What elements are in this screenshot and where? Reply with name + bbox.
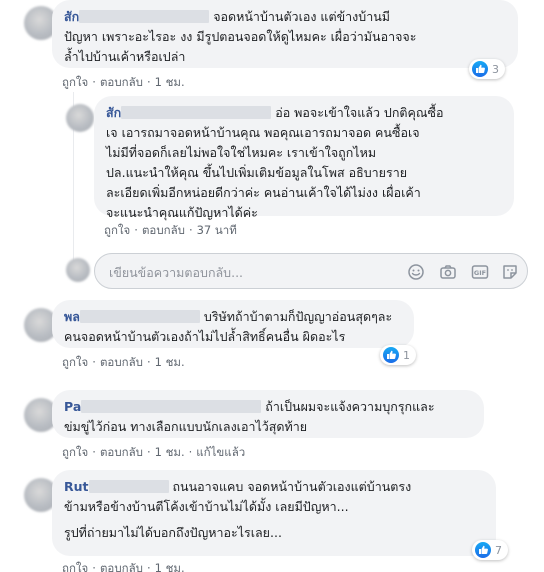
comment-text: บริษัทถ้าบ้าตามก็ปัญญาอ่อนสุดๆละ	[203, 309, 393, 324]
edited-label[interactable]: แก้ไขแล้ว	[196, 444, 245, 462]
timestamp[interactable]: 1 ชม.	[155, 560, 185, 572]
reply-link[interactable]: ตอบกลับ	[100, 354, 143, 372]
commenter-name[interactable]: Rut	[64, 479, 89, 494]
reaction-number: 7	[495, 543, 502, 557]
comment-actions: ถูกใจ · ตอบกลับ · 37 นาที	[104, 222, 237, 240]
comment-text-line: เจ เอารถมาจอดหน้าบ้านคุณ พอคุณเอารถมาจอด…	[106, 125, 420, 140]
comment-text: ถนนอาจแคบ จอดหน้าบ้านตัวเองแต่บ้านตรง	[172, 479, 412, 494]
comment-text: อ่อ พอจะเข้าใจแล้ว ปกติคุณซื้อ	[275, 105, 444, 120]
comment-bubble: พล บริษัทถ้าบ้าตามก็ปัญญาอ่อนสุดๆละ คนจอ…	[52, 300, 414, 348]
reaction-number: 1	[403, 348, 410, 362]
comment-text: จอดหน้าบ้านตัวเอง แต่ข้างบ้านมี	[213, 9, 391, 24]
comment-text-line: ปล.แนะนำให้คุณ ขึ้นไปเพิ่มเติมข้อมูลในโพ…	[106, 165, 408, 180]
comment-actions: ถูกใจ · ตอบกลับ · 1 ชม.	[62, 354, 185, 372]
commenter-name[interactable]: Pa	[64, 399, 81, 414]
like-link[interactable]: ถูกใจ	[62, 560, 88, 572]
commenter-name[interactable]: สัก	[106, 105, 121, 120]
commenter-name[interactable]: พล	[64, 309, 80, 324]
redacted-name	[79, 310, 200, 323]
comment-text-line: ล้ำไปบ้านเค้าหรือเปล่า	[64, 49, 186, 64]
comment-text-line: ละเอียดเพิ่มอีกหน่อยดีกว่าค่ะ คนอ่านเค้า…	[106, 185, 421, 200]
comment-text-line: รูปที่ถ่ายมาไม่ได้บอกถึงปัญหาอะไรเลย...	[64, 525, 282, 540]
thumbs-up-icon	[472, 61, 488, 77]
redacted-name	[81, 400, 262, 413]
timestamp[interactable]: 1 ชม.	[155, 354, 185, 372]
like-link[interactable]: ถูกใจ	[104, 222, 130, 240]
reply-input[interactable]	[109, 262, 389, 282]
reaction-count[interactable]: 3	[469, 59, 505, 79]
comment-bubble: Rut ถนนอาจแคบ จอดหน้าบ้านตัวเองแต่บ้านตร…	[52, 470, 496, 556]
comment-text-line: ข้ามหรือข้างบ้านตีโค้งเข้าบ้านไม่ได้มั้ง…	[64, 499, 349, 514]
timestamp[interactable]: 1 ชม.	[155, 74, 185, 92]
comment-actions: ถูกใจ · ตอบกลับ · 1 ชม. · แก้ไขแล้ว	[62, 444, 245, 462]
comment-bubble: สัก จอดหน้าบ้านตัวเอง แต่ข้างบ้านมี ปัญห…	[52, 0, 518, 68]
timestamp[interactable]: 1 ชม.	[155, 444, 185, 462]
comment-text-line: จะแนะนำคุณแก้ปัญหาได้ค่ะ	[106, 205, 258, 220]
camera-icon[interactable]	[439, 263, 457, 281]
like-link[interactable]: ถูกใจ	[62, 74, 88, 92]
comment-text: ถ้าเป็นผมจะแจ้งความบุกรุกและ	[265, 399, 435, 414]
redacted-name	[88, 480, 169, 493]
redacted-name	[121, 106, 272, 119]
redacted-name	[79, 10, 210, 23]
sticker-icon[interactable]	[501, 263, 519, 281]
reaction-count[interactable]: 1	[380, 345, 416, 365]
comment-actions: ถูกใจ · ตอบกลับ · 1 ชม.	[62, 560, 185, 572]
smiley-icon[interactable]	[407, 263, 425, 281]
timestamp[interactable]: 37 นาที	[197, 222, 237, 240]
comment-bubble: Pa ถ้าเป็นผมจะแจ้งความบุกรุกและ ข่มขู่ไว…	[52, 390, 484, 438]
reply-link[interactable]: ตอบกลับ	[142, 222, 185, 240]
thumbs-up-icon	[383, 347, 399, 363]
gif-icon[interactable]: GIF	[471, 263, 489, 281]
current-user-avatar	[66, 258, 90, 282]
reply-composer[interactable]: GIF	[94, 253, 528, 289]
reaction-number: 3	[492, 62, 499, 76]
comment-actions: ถูกใจ · ตอบกลับ · 1 ชม.	[62, 74, 185, 92]
svg-text:GIF: GIF	[474, 269, 486, 277]
commenter-name[interactable]: สัก	[64, 9, 79, 24]
reply-bubble: สัก อ่อ พอจะเข้าใจแล้ว ปกติคุณซื้อ เจ เอ…	[94, 96, 514, 220]
like-link[interactable]: ถูกใจ	[62, 354, 88, 372]
comment-text-line: ไม่มีที่จอดก็เลยไม่พอใจใช่ไหมคะ เราเข้าใ…	[106, 145, 377, 160]
reaction-count[interactable]: 7	[472, 540, 508, 560]
reply-link[interactable]: ตอบกลับ	[100, 444, 143, 462]
avatar[interactable]	[66, 104, 94, 132]
reply-link[interactable]: ตอบกลับ	[100, 560, 143, 572]
reply-link[interactable]: ตอบกลับ	[100, 74, 143, 92]
comment-text-line: คนจอดหน้าบ้านตัวเองถ้าไม่ไปล้ำสิทธิ์คนอื…	[64, 329, 346, 344]
comment-text-line: ปัญหา เพราะอะไรอะ งง มีรูปตอนจอดให้ดูไหม…	[64, 29, 417, 44]
like-link[interactable]: ถูกใจ	[62, 444, 88, 462]
thumbs-up-icon	[475, 542, 491, 558]
comment-text-line: ข่มขู่ไว้ก่อน ทางเลือกแบบนักเลงเอาไว้สุด…	[64, 419, 308, 434]
